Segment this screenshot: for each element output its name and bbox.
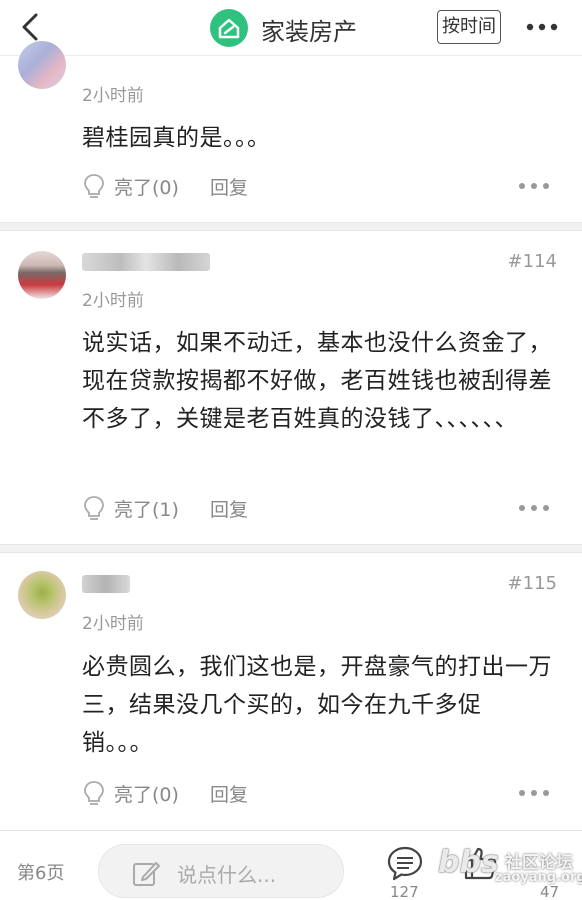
pencil-icon [133,862,160,886]
bulb-icon [84,174,104,198]
reply-button[interactable]: 回复 [210,173,248,200]
divider [0,222,582,231]
more-icon[interactable] [524,12,560,42]
watermark-domain: zaoyang.org [495,870,582,885]
like-label: 亮了(0) [114,784,179,806]
username-blurred[interactable] [82,253,210,271]
comment-input[interactable]: 说点什么... [98,844,344,898]
like-label: 亮了(0) [114,177,179,199]
post-more-icon[interactable] [516,778,552,808]
post-content: 必贵圆么，我们这也是，开盘豪气的打出一万三，结果没几个买的，如今在九千多促销。。… [82,654,552,756]
top-bar: 家装房产 按时间 [0,0,582,56]
floor-number: #114 [507,251,557,272]
page-title: 家装房产 [261,18,357,46]
post-content: 说实话，如果不动迁，基本也没什么资金了，现在贷款按揭都不好做，老百姓钱也被刮得差… [82,330,552,432]
reply-post: #115 2小时前 必贵圆么，我们这也是，开盘豪气的打出一万三，结果没几个买的，… [0,553,582,830]
like-label: 亮了(1) [114,499,179,521]
avatar[interactable] [18,41,66,89]
like-count: 47 [540,883,560,900]
comment-icon[interactable] [385,843,425,883]
reply-post: #114 2小时前 说实话，如果不动迁，基本也没什么资金了，现在贷款按揭都不好做… [0,231,582,544]
page-indicator[interactable]: 第6页 [17,859,64,885]
post-more-icon[interactable] [516,171,552,201]
floor-number: #115 [507,573,557,594]
post-time: 2小时前 [82,86,144,106]
back-icon[interactable] [18,12,46,42]
bulb-icon [84,496,104,520]
post-actions: 亮了(0) 回复 [82,171,562,201]
app-logo-icon [210,9,248,47]
post-actions: 亮了(0) 回复 [82,778,562,808]
post-time: 2小时前 [82,291,144,311]
username-blurred[interactable] [82,575,130,593]
post-content: 碧桂园真的是。。。 [82,125,271,151]
post-more-icon[interactable] [516,493,552,523]
comment-count: 127 [390,883,419,900]
sort-by-time-button[interactable]: 按时间 [437,10,501,44]
post-time: 2小时前 [82,614,144,634]
reply-button[interactable]: 回复 [210,780,248,807]
comment-input-placeholder: 说点什么... [177,863,277,887]
avatar[interactable] [18,571,66,619]
reply-post: 2小时前 碧桂园真的是。。。 亮了(0) 回复 [0,41,582,222]
post-actions: 亮了(1) 回复 [82,493,562,523]
reply-button[interactable]: 回复 [210,495,248,522]
avatar[interactable] [18,251,66,299]
watermark: bbs [438,845,499,880]
divider [0,544,582,553]
bulb-icon [84,781,104,805]
